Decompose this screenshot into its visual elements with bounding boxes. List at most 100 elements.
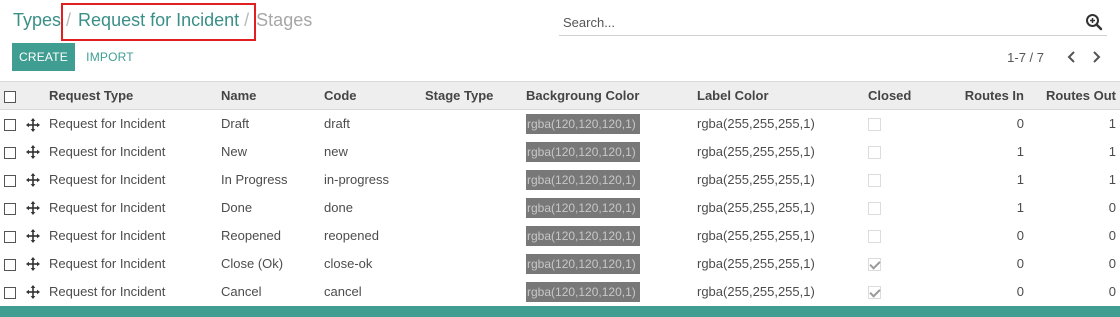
cell-stage-type — [421, 194, 522, 222]
row-select-checkbox[interactable] — [4, 286, 16, 299]
drag-handle-icon[interactable] — [26, 117, 40, 132]
row-select-cell — [0, 194, 22, 222]
cell-code: done — [324, 200, 353, 215]
row-select-checkbox[interactable] — [4, 174, 16, 187]
column-header-background-color[interactable]: Backgroung Color — [522, 81, 693, 110]
drag-handle-icon[interactable] — [26, 229, 40, 244]
row-select-checkbox[interactable] — [4, 202, 16, 215]
cell-closed — [864, 166, 946, 194]
table-row[interactable]: Request for Incident Draft draft rgba(12… — [0, 110, 1120, 138]
cell-background-color: rgba(120,120,120,1) — [522, 110, 693, 138]
closed-checkbox — [868, 286, 881, 300]
column-header-routes-out[interactable]: Routes Out — [1028, 81, 1120, 110]
chevron-right-icon[interactable] — [1086, 47, 1106, 67]
column-header-request-type[interactable]: Request Type — [45, 81, 217, 110]
cell-closed — [864, 138, 946, 166]
create-button[interactable]: CREATE — [12, 43, 75, 71]
table-row[interactable]: Request for Incident Reopened reopened r… — [0, 222, 1120, 250]
search-bar — [559, 9, 1107, 36]
cell-name: New — [221, 144, 248, 159]
cell-request-type: Request for Incident — [49, 144, 166, 159]
breadcrumb: Types / Request for Incident / Stages — [13, 10, 312, 31]
color-swatch: rgba(120,120,120,1) — [526, 113, 640, 134]
color-swatch: rgba(120,120,120,1) — [526, 253, 640, 274]
cell-closed — [864, 222, 946, 250]
cell-stage-type — [421, 222, 522, 250]
drag-handle-icon[interactable] — [26, 145, 40, 160]
zoom-search-icon[interactable] — [1085, 13, 1103, 31]
cell-name: Done — [221, 200, 253, 215]
breadcrumb-separator: / — [244, 10, 250, 30]
cell-code: reopened — [324, 228, 379, 243]
color-swatch: rgba(120,120,120,1) — [526, 197, 640, 218]
table-header-row: Request Type Name Code Stage Type Backgr… — [0, 81, 1120, 110]
column-header-code[interactable]: Code — [320, 81, 421, 110]
cell-stage-type — [421, 138, 522, 166]
cell-code: close-ok — [324, 256, 373, 271]
row-select-cell — [0, 278, 22, 306]
cell-background-color: rgba(120,120,120,1) — [522, 222, 693, 250]
cell-stage-type — [421, 110, 522, 138]
cell-routes-out: 0 — [1108, 256, 1116, 271]
cell-code: draft — [324, 116, 351, 132]
cell-request-type: Request for Incident — [49, 172, 166, 187]
closed-checkbox — [868, 174, 881, 188]
row-handle-cell — [22, 278, 45, 306]
table-row[interactable]: Request for Incident Done done rgba(120,… — [0, 194, 1120, 222]
drag-handle-icon[interactable] — [26, 285, 40, 300]
row-select-cell — [0, 222, 22, 250]
cell-name: Reopened — [221, 228, 281, 243]
drag-handle-icon[interactable] — [26, 173, 40, 188]
breadcrumb-types-link[interactable]: Types — [13, 10, 61, 31]
column-header-closed[interactable]: Closed — [864, 81, 946, 110]
row-select-cell — [0, 166, 22, 194]
color-swatch: rgba(120,120,120,1) — [526, 225, 640, 246]
cell-request-type: Request for Incident — [49, 116, 166, 132]
cell-background-color: rgba(120,120,120,1) — [522, 166, 693, 194]
cell-background-color: rgba(120,120,120,1) — [522, 278, 693, 306]
column-header-name[interactable]: Name — [217, 81, 320, 110]
cell-stage-type — [421, 278, 522, 306]
select-all-checkbox[interactable] — [4, 90, 16, 103]
row-handle-cell — [22, 110, 45, 138]
column-header-label-color[interactable]: Label Color — [693, 81, 864, 110]
drag-handle-icon[interactable] — [26, 201, 40, 216]
pager-value[interactable]: 1-7 / 7 — [1007, 50, 1044, 65]
row-select-checkbox[interactable] — [4, 146, 16, 159]
breadcrumb-current-stages: Stages — [256, 10, 313, 30]
table-row[interactable]: Request for Incident New new rgba(120,12… — [0, 138, 1120, 166]
row-handle-cell — [22, 138, 45, 166]
cell-request-type: Request for Incident — [49, 228, 166, 243]
table-row[interactable]: Request for Incident Close (Ok) close-ok… — [0, 250, 1120, 278]
cell-stage-type — [421, 250, 522, 278]
stages-list: Request Type Name Code Stage Type Backgr… — [0, 81, 1120, 306]
closed-checkbox — [868, 202, 881, 216]
row-handle-cell — [22, 222, 45, 250]
cell-closed — [864, 278, 946, 306]
cell-request-type: Request for Incident — [49, 284, 166, 299]
import-button[interactable]: IMPORT — [84, 43, 136, 71]
column-header-routes-in[interactable]: Routes In — [946, 81, 1028, 110]
breadcrumb-request-link[interactable]: Request for Incident — [78, 10, 239, 31]
row-select-checkbox[interactable] — [4, 230, 16, 243]
chevron-left-icon[interactable] — [1062, 47, 1082, 67]
cell-routes-in: 1 — [1016, 144, 1024, 159]
cell-routes-out: 1 — [1108, 116, 1116, 132]
breadcrumb-separator: / — [66, 10, 72, 30]
column-header-stage-type[interactable]: Stage Type — [421, 81, 522, 110]
color-swatch: rgba(120,120,120,1) — [526, 141, 640, 162]
row-select-checkbox[interactable] — [4, 118, 16, 131]
row-select-cell — [0, 138, 22, 166]
table-row[interactable]: Request for Incident Cancel cancel rgba(… — [0, 278, 1120, 306]
table-row[interactable]: Request for Incident In Progress in-prog… — [0, 166, 1120, 194]
cell-routes-out: 1 — [1108, 172, 1116, 187]
cell-routes-out: 0 — [1108, 284, 1116, 299]
cell-name: Close (Ok) — [221, 256, 284, 271]
cell-code: cancel — [324, 284, 362, 299]
cell-label-color: rgba(255,255,255,1) — [697, 116, 815, 132]
cell-routes-in: 1 — [1016, 172, 1024, 187]
row-select-checkbox[interactable] — [4, 258, 16, 271]
drag-handle-icon[interactable] — [26, 257, 40, 272]
search-input[interactable] — [563, 13, 1063, 31]
cell-background-color: rgba(120,120,120,1) — [522, 194, 693, 222]
